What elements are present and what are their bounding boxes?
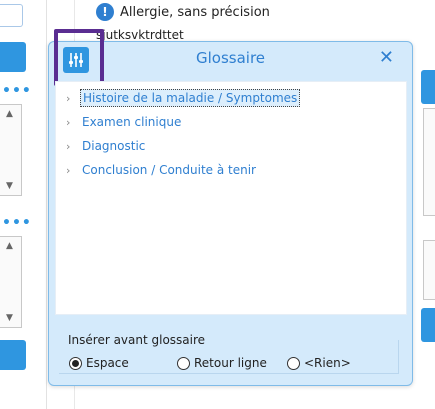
group-border xyxy=(398,340,399,374)
scroll-up-icon[interactable]: ▲ xyxy=(6,109,13,119)
right-scrollbar-2[interactable] xyxy=(423,240,435,300)
radio-espace[interactable]: Espace xyxy=(69,356,129,370)
tree-item-histoire[interactable]: › Histoire de la maladie / Symptomes xyxy=(66,88,301,108)
insert-options-group: Insérer avant glossaire Espace Retour li… xyxy=(59,328,399,380)
scroll-up-icon[interactable]: ▲ xyxy=(6,241,13,251)
dialog-title: Glossaire xyxy=(195,49,266,67)
tree-item-label: Histoire de la maladie / Symptomes xyxy=(80,89,301,107)
chevron-right-icon[interactable]: › xyxy=(66,92,80,105)
divider xyxy=(46,0,47,409)
radio-rien[interactable]: <Rien> xyxy=(287,356,351,370)
tree-item-diagnostic[interactable]: › Diagnostic xyxy=(66,136,147,156)
tree-item-examen[interactable]: › Examen clinique xyxy=(66,112,183,132)
radio-label: <Rien> xyxy=(304,356,351,370)
radio-label: Espace xyxy=(86,356,129,370)
radio-circle[interactable] xyxy=(69,356,82,370)
radio-label: Retour ligne xyxy=(194,356,267,370)
right-tab-2[interactable] xyxy=(421,308,435,342)
right-scrollbar[interactable] xyxy=(423,108,435,216)
scroll-down-icon[interactable]: ▼ xyxy=(6,181,13,191)
chevron-right-icon[interactable]: › xyxy=(66,140,80,153)
info-warning-icon: ! xyxy=(96,3,114,21)
left-input[interactable] xyxy=(0,4,23,27)
tree-item-label: Examen clinique xyxy=(82,115,182,129)
tree-item-label: Conclusion / Conduite à tenir xyxy=(82,163,256,177)
more-dots-icon[interactable]: ••• xyxy=(2,84,32,98)
left-scrollbar-1[interactable]: ▲ ▼ xyxy=(0,104,22,196)
dialog-title-bar[interactable]: Glossaire ✕ xyxy=(49,29,412,86)
radio-retour-ligne[interactable]: Retour ligne xyxy=(177,356,267,370)
left-tab-1[interactable] xyxy=(0,42,26,72)
close-icon[interactable]: ✕ xyxy=(379,48,394,68)
chevron-right-icon[interactable]: › xyxy=(66,164,80,177)
more-dots-icon[interactable]: ••• xyxy=(2,216,32,230)
group-border xyxy=(59,373,399,374)
radio-circle[interactable] xyxy=(287,356,300,370)
right-tab[interactable] xyxy=(421,70,435,104)
glossary-dialog: Glossaire ✕ › Histoire de la maladie / S… xyxy=(48,29,413,386)
background-text: sjutksvktrdttet xyxy=(96,28,184,42)
scroll-down-icon[interactable]: ▼ xyxy=(6,313,13,323)
allergy-text: Allergie, sans précision xyxy=(120,4,270,20)
tree-item-label: Diagnostic xyxy=(82,139,146,153)
chevron-right-icon[interactable]: › xyxy=(66,116,80,129)
insert-group-title: Insérer avant glossaire xyxy=(68,333,206,347)
left-scrollbar-2[interactable]: ▲ ▼ xyxy=(0,236,22,328)
tree-item-conclusion[interactable]: › Conclusion / Conduite à tenir xyxy=(66,160,258,180)
left-tab-2[interactable] xyxy=(0,340,26,370)
allergy-alert: ! Allergie, sans précision xyxy=(96,3,270,21)
radio-circle[interactable] xyxy=(177,356,190,370)
glossary-tree: › Histoire de la maladie / Symptomes › E… xyxy=(55,81,407,315)
